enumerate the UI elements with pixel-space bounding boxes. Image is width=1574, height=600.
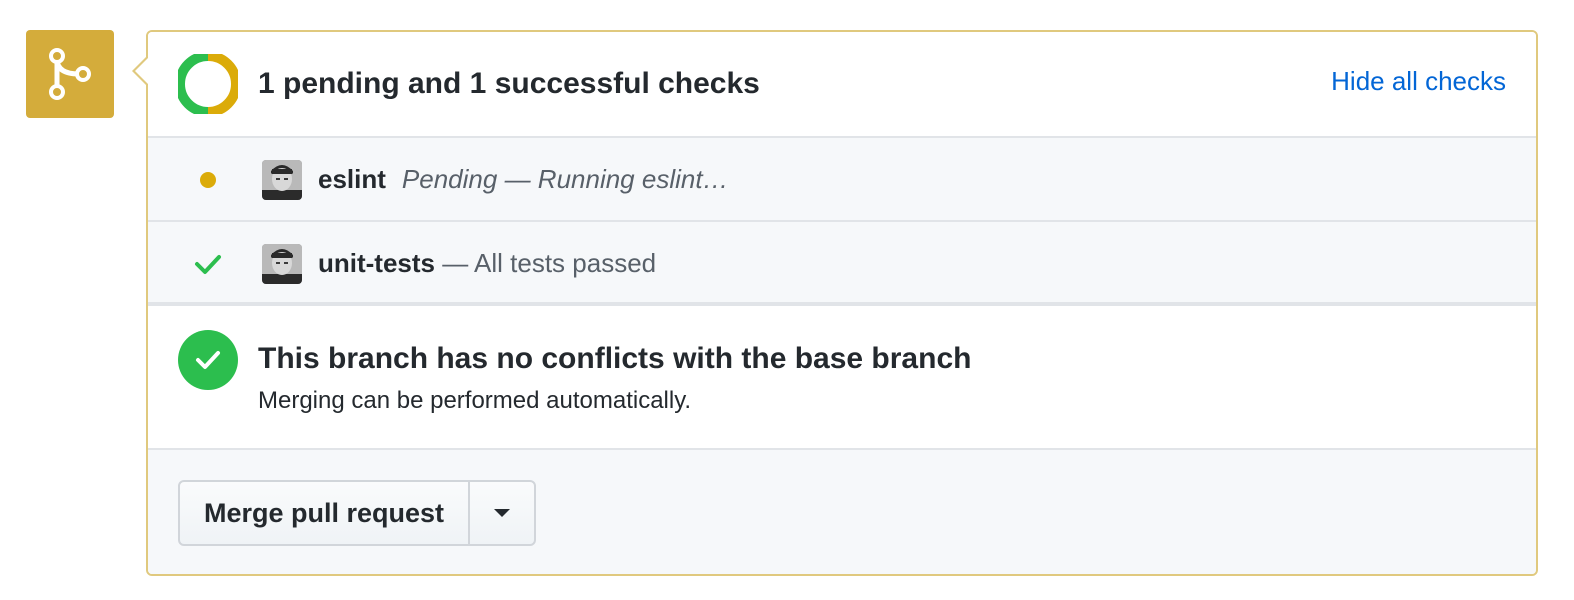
success-check-icon: [178, 330, 238, 390]
hide-all-checks-link[interactable]: Hide all checks: [1331, 66, 1506, 96]
check-text: unit-tests — All tests passed: [318, 248, 656, 278]
merge-pull-request-button[interactable]: Merge pull request: [180, 482, 468, 544]
merge-status-title: This branch has no conflicts with the ba…: [258, 342, 972, 375]
check-row-eslint: eslint Pending — Running eslint…: [148, 138, 1536, 222]
checks-summary-title: 1 pending and 1 successful checks: [258, 67, 760, 100]
merge-actions: Merge pull request: [148, 450, 1536, 574]
checks-header: 1 pending and 1 successful checks Hide a…: [148, 32, 1536, 138]
donut-status-icon: [178, 54, 238, 114]
avatar[interactable]: [262, 244, 302, 284]
speech-caret-fill: [135, 57, 149, 85]
check-description: — All tests passed: [442, 248, 657, 278]
merge-box-stage: 1 pending and 1 successful checks Hide a…: [0, 0, 1574, 600]
check-description: Pending — Running eslint…: [401, 164, 729, 194]
check-text: eslint Pending — Running eslint…: [318, 164, 729, 194]
triangle-down-icon: [494, 509, 511, 517]
check-icon: [195, 255, 221, 274]
check-name: eslint: [318, 164, 386, 194]
avatar[interactable]: [262, 160, 302, 200]
merge-status-subtitle: Merging can be performed automatically.: [258, 387, 692, 414]
merge-button-group: Merge pull request: [178, 480, 537, 546]
merge-method-dropdown[interactable]: [468, 482, 534, 544]
check-row-unit-tests: unit-tests — All tests passed: [148, 222, 1536, 306]
pending-dot-icon: [200, 172, 216, 188]
merge-box: 1 pending and 1 successful checks Hide a…: [146, 30, 1538, 576]
check-name: unit-tests: [318, 248, 435, 278]
git-merge-icon: [26, 30, 114, 118]
merge-status-section: This branch has no conflicts with the ba…: [148, 306, 1536, 450]
